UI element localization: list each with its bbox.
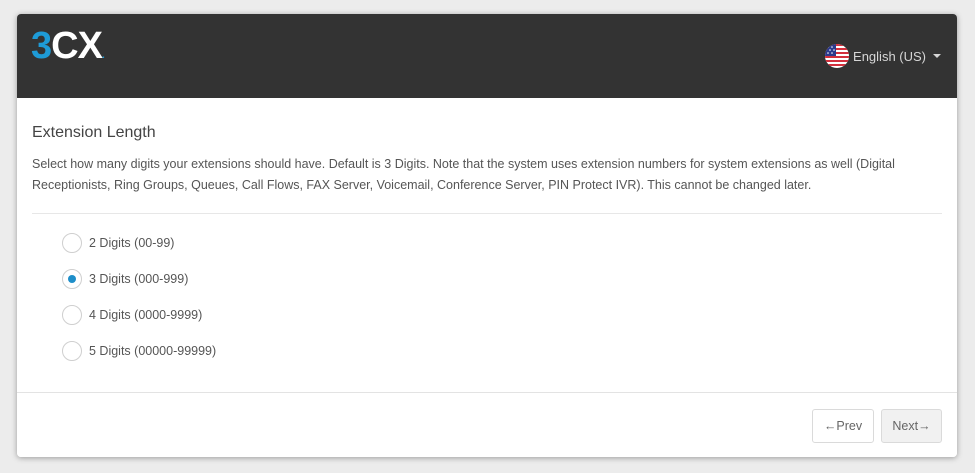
next-button[interactable]: Next→ [881,409,942,443]
option-5-digits[interactable]: 5 Digits (00000-99999) [62,341,942,361]
option-label: 3 Digits (000-999) [89,272,189,286]
page-title: Extension Length [32,124,156,141]
radio-2-digits[interactable] [62,233,82,253]
option-label: 4 Digits (0000-9999) [89,308,203,322]
option-label: 5 Digits (00000-99999) [89,344,217,358]
option-3-digits[interactable]: 3 Digits (000-999) [62,269,942,289]
page-description: Select how many digits your extensions s… [32,157,895,192]
wizard-card: 3CX. English (US) Extension Length Selec… [17,14,957,457]
wizard-footer: ←Prev Next→ [17,392,957,457]
prev-button[interactable]: ←Prev [812,409,874,443]
3cx-logo: 3CX. [31,25,105,67]
caret-down-icon [933,54,941,58]
divider [32,213,942,214]
radio-3-digits[interactable] [62,269,82,289]
radio-5-digits[interactable] [62,341,82,361]
language-selector[interactable]: English (US) [825,44,941,68]
option-2-digits[interactable]: 2 Digits (00-99) [62,233,942,253]
header-bar: 3CX. English (US) [17,14,957,98]
language-label: English (US) [853,48,926,64]
main-content: Extension Length Select how many digits … [32,98,942,377]
us-flag-icon [825,44,850,68]
extension-length-options: 2 Digits (00-99) 3 Digits (000-999) 4 Di… [32,233,942,361]
option-label: 2 Digits (00-99) [89,236,175,250]
radio-4-digits[interactable] [62,305,82,325]
option-4-digits[interactable]: 4 Digits (0000-9999) [62,305,942,325]
